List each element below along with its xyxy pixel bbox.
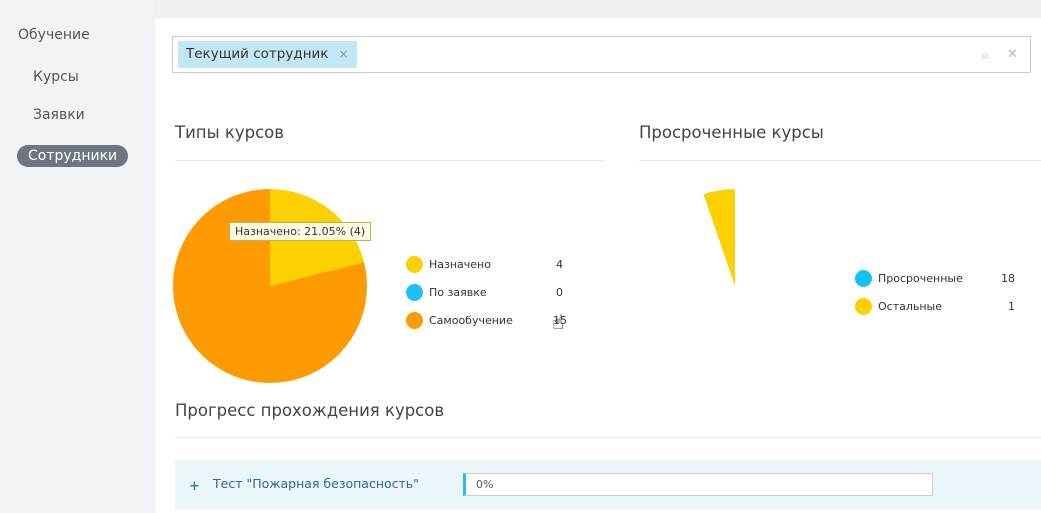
legend-value: 18 (1001, 272, 1015, 285)
legend-item[interactable]: По заявке (406, 284, 487, 301)
legend-value: 0 (556, 286, 563, 299)
expand-icon[interactable]: + (189, 479, 200, 494)
hand-cursor-icon: ☝ (552, 310, 565, 334)
legend-value: 4 (556, 258, 563, 271)
legend-label: Просроченные (878, 272, 963, 285)
progress-title: Прогресс прохождения курсов (175, 401, 445, 420)
legend-item[interactable]: Остальные (855, 298, 942, 315)
legend-label: По заявке (429, 286, 487, 299)
legend-dot (855, 298, 872, 315)
legend-dot (855, 270, 872, 287)
legend-item[interactable]: Самообучение (406, 312, 513, 329)
divider (175, 437, 1041, 438)
pie-tooltip: Назначено: 21.05% (4) (229, 222, 372, 241)
legend-value: 1 (1008, 300, 1015, 313)
progress-row[interactable]: + Тест "Пожарная безопасность" 0% (175, 460, 1041, 510)
legend-dot (406, 256, 423, 273)
legend-label: Назначено (429, 258, 491, 271)
pie-slice-Остальные[interactable] (703, 189, 735, 286)
legend-item[interactable]: Назначено (406, 256, 491, 273)
progress-bar: 0% (463, 473, 933, 496)
legend-label: Самообучение (429, 314, 513, 327)
legend-item[interactable]: Просроченные (855, 270, 963, 287)
legend-dot (406, 284, 423, 301)
progress-percent: 0% (476, 478, 494, 491)
course-name[interactable]: Тест "Пожарная безопасность" (213, 476, 419, 491)
legend-label: Остальные (878, 300, 943, 313)
legend-dot (406, 312, 423, 329)
